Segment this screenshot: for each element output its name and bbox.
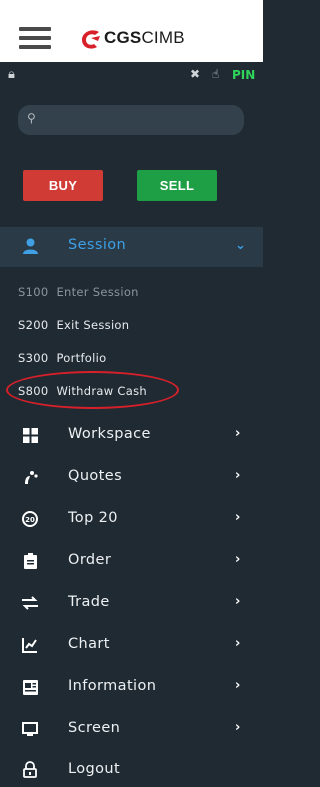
status-bar: 🔒︎ ✖︎ ☝︎ PIN — [0, 62, 263, 90]
item-code: S300 — [18, 351, 49, 365]
sidebar-item-chart[interactable]: Chart › — [0, 625, 263, 665]
search-input[interactable]: ⚲ — [18, 105, 244, 135]
item-label: Enter Session — [56, 285, 139, 299]
sidebar-item-screen[interactable]: Screen › — [0, 709, 263, 749]
item-code: S100 — [18, 285, 49, 299]
brand-logo: CGSCIMB — [78, 26, 185, 50]
user-icon — [22, 238, 38, 254]
sidebar-item-logout[interactable]: Logout — [0, 751, 263, 787]
logout-lock-icon — [22, 760, 38, 778]
session-item-s200[interactable]: S200 Exit Session — [18, 318, 129, 332]
chevron-right-icon: › — [235, 552, 241, 567]
chevron-right-icon: › — [235, 426, 241, 441]
sidebar-item-label: Chart — [68, 636, 110, 652]
line-chart-icon — [22, 637, 38, 653]
chevron-right-icon: › — [235, 510, 241, 525]
grid-icon — [22, 427, 38, 443]
quotes-icon — [22, 469, 38, 485]
chevron-right-icon: › — [235, 594, 241, 609]
item-label: Exit Session — [56, 318, 130, 332]
exchange-arrows-icon — [22, 595, 38, 611]
sidebar-item-label: Trade — [68, 594, 110, 610]
sidebar-item-session[interactable]: Session ⌄ — [0, 227, 263, 267]
cgs-logo-mark-icon — [82, 30, 100, 49]
chevron-right-icon: › — [235, 720, 241, 735]
item-label: Portfolio — [56, 351, 107, 365]
app-header: CGSCIMB — [0, 0, 263, 62]
sidebar-item-order[interactable]: Order › — [0, 541, 263, 581]
sidebar-item-information[interactable]: Information › — [0, 667, 263, 707]
sidebar-item-quotes[interactable]: Quotes › — [0, 457, 263, 497]
sidebar-item-trade[interactable]: Trade › — [0, 583, 263, 623]
session-item-s300[interactable]: S300 Portfolio — [18, 351, 106, 365]
top20-icon: 20 — [22, 511, 38, 527]
pin-label[interactable]: PIN — [232, 68, 255, 82]
item-code: S200 — [18, 318, 49, 332]
buy-button[interactable]: BUY — [23, 170, 103, 201]
svg-text:20: 20 — [25, 516, 35, 524]
search-icon: ⚲ — [27, 111, 36, 125]
hamburger-menu-icon[interactable] — [19, 27, 51, 49]
sidebar-item-label: Session — [68, 237, 127, 253]
chevron-right-icon: › — [235, 678, 241, 693]
clipboard-icon — [22, 553, 38, 569]
logo-text-light: CIMB — [141, 28, 185, 47]
sidebar-item-label: Top 20 — [68, 510, 118, 526]
lock-icon[interactable]: 🔒︎ — [8, 67, 15, 82]
logo-text-bold: CGS — [104, 28, 142, 47]
annotation-highlight-ellipse — [6, 371, 179, 409]
sidebar-item-label: Workspace — [68, 426, 151, 442]
hand-icon[interactable]: ☝︎ — [212, 67, 219, 81]
chevron-right-icon: › — [235, 636, 241, 651]
close-x-icon[interactable]: ✖︎ — [190, 67, 200, 81]
chevron-right-icon: › — [235, 468, 241, 483]
session-item-s100: S100 Enter Session — [18, 285, 139, 299]
sidebar-item-label: Quotes — [68, 468, 123, 484]
sidebar-item-label: Screen — [68, 720, 121, 736]
sidebar-item-label: Logout — [68, 761, 121, 777]
sidebar-item-top20[interactable]: 20 Top 20 › — [0, 499, 263, 539]
sell-button[interactable]: SELL — [137, 170, 217, 201]
sidebar-item-workspace[interactable]: Workspace › — [0, 415, 263, 455]
chevron-down-icon: ⌄ — [235, 238, 246, 253]
newspaper-icon — [22, 679, 38, 695]
sidebar-item-label: Information — [68, 678, 157, 694]
sidebar-item-label: Order — [68, 552, 112, 568]
monitor-icon — [22, 721, 38, 737]
control-icons: ✖︎ ☝︎ — [190, 67, 219, 81]
